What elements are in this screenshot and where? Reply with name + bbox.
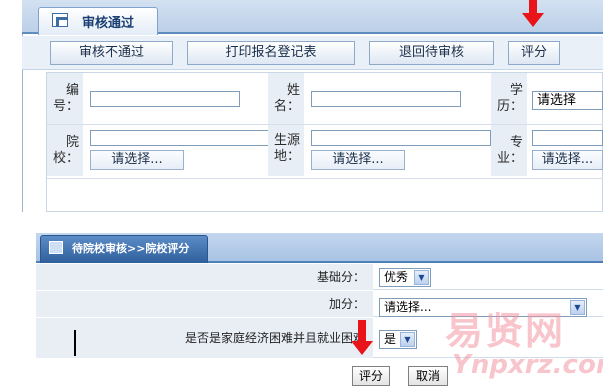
major-input[interactable] (532, 130, 603, 146)
origin-label: 生源地： (268, 125, 304, 176)
origin-select-button[interactable]: 请选择... (311, 150, 405, 170)
red-arrow-icon (529, 0, 537, 13)
number-input[interactable] (90, 91, 240, 107)
major-select-button[interactable]: 请选择... (532, 150, 603, 170)
reject-button[interactable]: 审核不通过 (50, 41, 173, 65)
school-input[interactable] (90, 130, 270, 146)
cancel-button[interactable]: 取消 (408, 366, 448, 386)
score-button[interactable]: 评分 (508, 41, 560, 65)
school-select-button[interactable]: 请选择... (90, 150, 184, 170)
major-label: 专业： (491, 125, 527, 176)
print-form-button[interactable]: 打印报名登记表 (187, 41, 355, 65)
row-divider (47, 178, 603, 179)
chevron-down-icon[interactable]: ▼ (414, 270, 429, 285)
return-to-review-button[interactable]: 退回待审核 (369, 41, 494, 65)
red-arrow-icon (358, 320, 366, 342)
tab-approved-label: 审核通过 (82, 16, 135, 31)
text-cursor (74, 330, 76, 356)
red-arrow-head-icon (351, 341, 373, 355)
bonus-value: 请选择... (384, 300, 432, 314)
base-score-value: 优秀 (384, 270, 409, 284)
watermark-logo: 易贤网 (445, 309, 566, 353)
name-label: 姓名： (268, 73, 304, 124)
school-label: 院校： (47, 125, 83, 176)
origin-input[interactable] (311, 130, 491, 146)
hardship-value: 是 (384, 332, 397, 346)
tab-school-scoring-label: 待院校审核>>院校评分 (72, 242, 190, 255)
document-icon (52, 13, 68, 27)
education-select[interactable]: 请选择 (532, 91, 603, 110)
base-score-label: 基础分： (36, 264, 373, 290)
submit-score-button[interactable]: 评分 (352, 366, 390, 386)
red-arrow-head-icon (522, 13, 544, 27)
hardship-label: 是否是家庭经济困难并且就业困难 (36, 318, 373, 358)
watermark-url: Ynpxrz.com (452, 350, 603, 380)
name-input[interactable] (311, 91, 461, 107)
document-icon (49, 241, 63, 254)
education-label: 学历： (491, 73, 527, 124)
number-label: 编号： (47, 73, 83, 124)
chevron-down-icon[interactable]: ▼ (570, 300, 585, 315)
chevron-down-icon[interactable]: ▼ (400, 332, 415, 347)
bonus-label: 加分： (36, 291, 373, 317)
